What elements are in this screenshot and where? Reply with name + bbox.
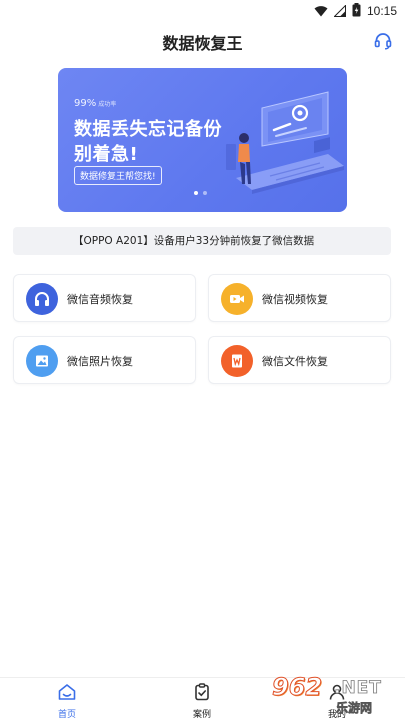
wechat-audio-recovery-button[interactable]: 微信音频恢复: [13, 274, 196, 322]
wechat-video-recovery-button[interactable]: 微信视频恢复: [208, 274, 391, 322]
feature-label: 微信音频恢复: [67, 293, 133, 306]
banner-tag: 数据修复王帮您找!: [74, 166, 162, 185]
feature-label: 微信文件恢复: [262, 355, 328, 368]
banner-headline: 数据丢失忘记备份: [74, 119, 222, 140]
banner-pagination: [194, 191, 207, 195]
battery-icon: [352, 2, 361, 21]
wechat-photo-recovery-button[interactable]: 微信照片恢复: [13, 336, 196, 384]
pagination-dot-active[interactable]: [194, 191, 198, 195]
page-title: 数据恢复王: [162, 34, 243, 53]
tab-label: 案例: [192, 710, 211, 720]
document-icon: [221, 345, 253, 377]
banner-rate-caption: 成功率: [98, 101, 117, 108]
promo-banner[interactable]: 99% 成功率 数据丢失忘记备份 别着急! 数据修复王帮您找!: [58, 68, 347, 212]
image-icon: [26, 345, 58, 377]
video-camera-icon: [221, 283, 253, 315]
watermark-suffix: .NET: [334, 678, 382, 699]
headphones-icon: [26, 283, 58, 315]
status-time: 10:15: [366, 4, 397, 18]
status-icons: 10:15: [314, 2, 397, 21]
watermark-number: 962: [271, 673, 323, 702]
feature-label: 微信视频恢复: [262, 293, 328, 306]
status-bar: 10:15: [0, 0, 405, 22]
title-bar: 数据恢复王: [0, 22, 405, 60]
wifi-icon: [314, 2, 328, 21]
laptop-repair-illustration: [226, 91, 344, 194]
home-icon: [57, 684, 77, 706]
recovery-notice: 【OPPO A201】设备用户33分钟前恢复了微信数据: [13, 227, 391, 255]
tab-home[interactable]: 首页: [37, 682, 97, 720]
clipboard-icon: [192, 683, 212, 706]
wechat-file-recovery-button[interactable]: 微信文件恢复: [208, 336, 391, 384]
signal-icon: [333, 2, 346, 21]
tab-label: 首页: [57, 710, 76, 720]
tab-cases[interactable]: 案例: [172, 682, 232, 720]
customer-service-button[interactable]: [373, 31, 393, 51]
pagination-dot[interactable]: [203, 191, 207, 195]
banner-rate-value: 99%: [74, 98, 97, 109]
banner-success-rate: 99% 成功率: [74, 98, 116, 109]
headset-icon: [373, 33, 393, 55]
watermark-caption: 乐游网: [336, 701, 373, 716]
banner-subheadline: 别着急!: [74, 144, 139, 165]
site-watermark: 962 .NET 乐游网: [262, 669, 402, 719]
feature-label: 微信照片恢复: [67, 355, 133, 368]
